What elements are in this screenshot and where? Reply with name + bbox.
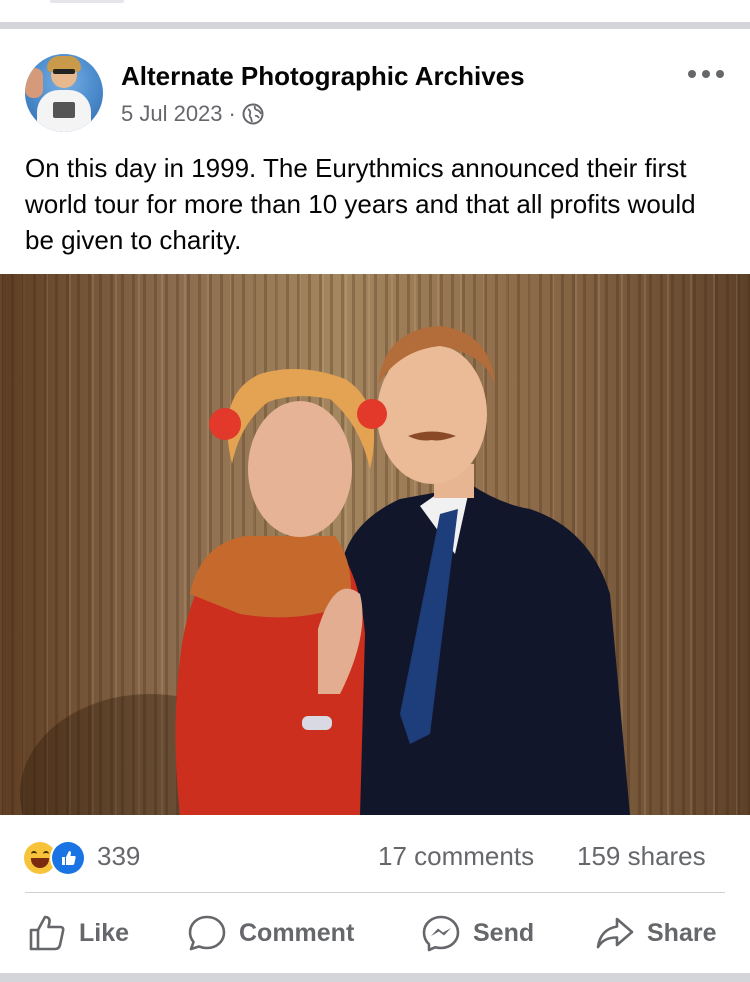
like-label: Like [79, 918, 130, 947]
page-name[interactable]: Alternate Photographic Archives [121, 61, 525, 92]
shares-count[interactable]: 159 shares [577, 841, 706, 872]
comment-button[interactable]: Comment [187, 911, 354, 955]
reactions-summary[interactable] [24, 841, 90, 875]
share-label: Share [647, 918, 717, 947]
comment-label: Comment [239, 918, 355, 947]
action-bar: Like Comment Send Share [0, 893, 750, 973]
share-button[interactable]: Share [595, 911, 716, 955]
globe-icon [242, 103, 264, 125]
feed-divider-bottom [0, 973, 750, 982]
thumbs-up-icon [29, 915, 65, 951]
post-photo[interactable] [0, 274, 750, 815]
previous-post-stub [50, 0, 124, 3]
post-header: Alternate Photographic Archives 5 Jul 20… [0, 29, 750, 144]
like-button[interactable]: Like [27, 911, 129, 955]
feed-divider-top [0, 22, 750, 29]
send-button[interactable]: Send [421, 911, 534, 955]
post-meta: 5 Jul 2023 · [121, 101, 264, 127]
previous-post-edge [0, 0, 750, 22]
post-date[interactable]: 5 Jul 2023 [121, 101, 223, 127]
reaction-count[interactable]: 339 [97, 841, 140, 872]
messenger-icon [422, 915, 460, 952]
like-icon [52, 842, 84, 874]
send-label: Send [473, 918, 535, 947]
comment-icon [188, 915, 226, 951]
page-avatar[interactable] [25, 54, 103, 132]
post-stats: 339 17 comments 159 shares [0, 815, 750, 895]
post-text: On this day in 1999. The Eurythmics anno… [25, 153, 696, 255]
meta-separator: · [228, 101, 236, 126]
share-arrow-icon [596, 917, 634, 949]
more-options-icon[interactable] [688, 67, 724, 81]
comments-count[interactable]: 17 comments [378, 841, 534, 872]
